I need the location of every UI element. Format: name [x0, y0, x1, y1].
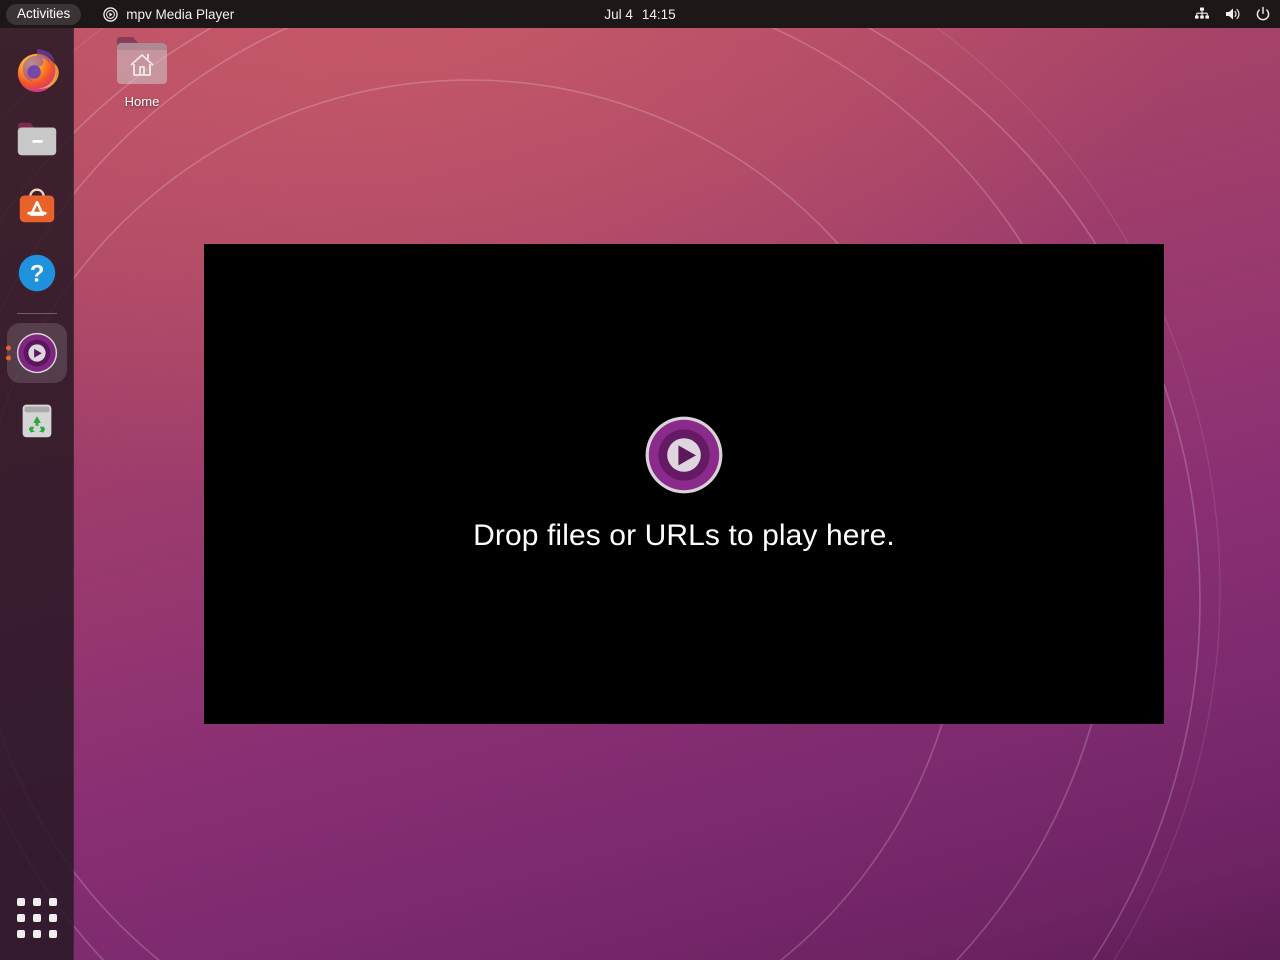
- clock-date: Jul 4: [604, 7, 633, 22]
- mpv-icon: [14, 330, 60, 376]
- grid-dot: [33, 898, 41, 906]
- grid-dot: [33, 914, 41, 922]
- ubuntu-software-icon: [14, 183, 60, 229]
- desktop-icon-home[interactable]: Home: [100, 34, 184, 109]
- system-status-area[interactable]: [1194, 0, 1271, 28]
- dock-item-firefox[interactable]: [7, 42, 67, 102]
- mpv-circle-play-icon: [103, 7, 118, 22]
- grid-dot: [17, 914, 25, 922]
- app-menu-label: mpv Media Player: [126, 7, 234, 22]
- activities-button[interactable]: Activities: [6, 4, 81, 25]
- show-applications-button[interactable]: [7, 888, 67, 948]
- help-question-icon: ?: [14, 250, 60, 296]
- clock-time: 14:15: [642, 7, 676, 22]
- app-menu[interactable]: mpv Media Player: [103, 7, 234, 22]
- network-wired-icon: [1194, 6, 1210, 22]
- mpv-player-window[interactable]: Drop files or URLs to play here.: [204, 244, 1164, 724]
- grid-dot: [17, 898, 25, 906]
- dock-item-trash[interactable]: [7, 390, 67, 450]
- trash-recycle-icon: [14, 397, 60, 443]
- dock-item-ubuntu-software[interactable]: [7, 176, 67, 236]
- grid-dot: [17, 930, 25, 938]
- dock-item-help[interactable]: ?: [7, 243, 67, 303]
- grid-dot: [49, 898, 57, 906]
- firefox-icon: [14, 49, 60, 95]
- dock: ?: [0, 28, 74, 960]
- grid-dot: [49, 930, 57, 938]
- desktop-icon-label: Home: [125, 94, 160, 109]
- dock-item-files[interactable]: [7, 109, 67, 169]
- mpv-running-indicator: [6, 346, 11, 361]
- power-icon: [1255, 6, 1271, 22]
- grid-dot: [49, 914, 57, 922]
- home-folder-icon: [114, 34, 170, 88]
- mpv-logo-icon: [644, 415, 724, 495]
- dock-item-mpv[interactable]: [7, 323, 67, 383]
- grid-dot: [33, 930, 41, 938]
- top-bar: Activities mpv Media Player Jul 4 14:15: [0, 0, 1280, 28]
- desktop-screen: Home Drop files or URLs to play here.: [0, 0, 1280, 960]
- volume-speaker-icon: [1224, 6, 1241, 22]
- svg-text:?: ?: [29, 261, 44, 288]
- files-folder-icon: [14, 116, 60, 162]
- mpv-drop-hint-text: Drop files or URLs to play here.: [473, 519, 895, 553]
- dock-separator: [17, 313, 57, 314]
